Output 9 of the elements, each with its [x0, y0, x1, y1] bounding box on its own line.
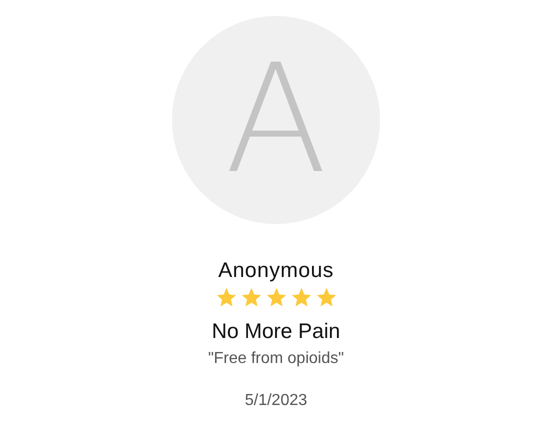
star-icon	[290, 286, 312, 309]
review-title: No More Pain	[212, 319, 340, 345]
star-icon	[240, 286, 262, 309]
review-quote: "Free from opioids"	[208, 349, 344, 369]
review-date: 5/1/2023	[244, 391, 308, 411]
star-icon	[264, 286, 288, 309]
author-name: Anonymous	[218, 258, 334, 284]
star-icon	[314, 286, 338, 309]
star-icon	[214, 286, 238, 309]
